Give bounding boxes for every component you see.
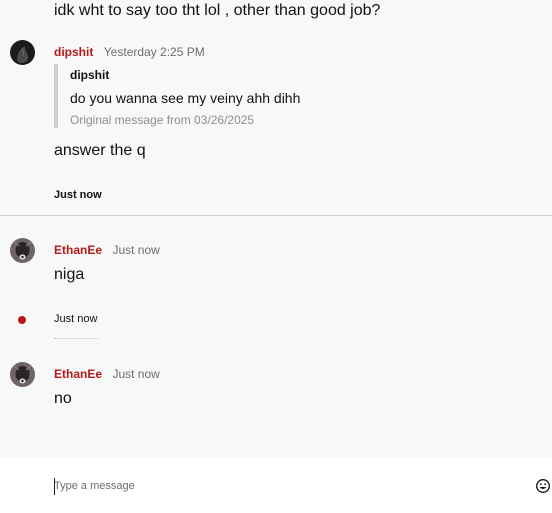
- message-timestamp: Yesterday 2:25 PM: [103, 45, 205, 59]
- message-text: idk wht to say too tht lol , other than …: [54, 2, 381, 19]
- message-header: EthanEe Just now: [54, 242, 160, 258]
- message-timestamp: Just now: [112, 243, 160, 257]
- avatar[interactable]: [10, 40, 35, 65]
- avatar-image: [10, 238, 35, 263]
- message-header: EthanEe Just now: [54, 366, 160, 382]
- message-text: niga: [54, 266, 85, 283]
- avatar[interactable]: [10, 238, 35, 263]
- quote-text: do you wanna see my veiny ahh dihh: [70, 90, 301, 106]
- message-composer: [0, 457, 552, 513]
- author-name[interactable]: EthanEe: [54, 243, 102, 257]
- message-status: Just now: [54, 313, 98, 325]
- avatar-image: [10, 40, 35, 65]
- avatar-image: [10, 362, 35, 387]
- quote-author: dipshit: [70, 68, 110, 82]
- author-name[interactable]: dipshit: [54, 45, 93, 59]
- emoji-button[interactable]: [535, 478, 551, 494]
- divider: [0, 215, 552, 216]
- smiley-icon: [536, 479, 550, 493]
- message-timestamp: Just now: [112, 367, 160, 381]
- message-header: dipshit Yesterday 2:25 PM: [54, 44, 205, 60]
- message-text: no: [54, 390, 72, 407]
- separator: [54, 338, 98, 339]
- message-input[interactable]: [54, 476, 514, 496]
- text-caret: [54, 478, 55, 495]
- unread-indicator: [18, 316, 26, 324]
- quote-origin: Original message from 03/26/2025: [70, 113, 255, 127]
- message-text: answer the q: [54, 142, 146, 159]
- message-status: Just now: [54, 189, 102, 201]
- author-name[interactable]: EthanEe: [54, 367, 102, 381]
- quoted-message[interactable]: dipshit do you wanna see my veiny ahh di…: [54, 64, 358, 128]
- avatar[interactable]: [10, 362, 35, 387]
